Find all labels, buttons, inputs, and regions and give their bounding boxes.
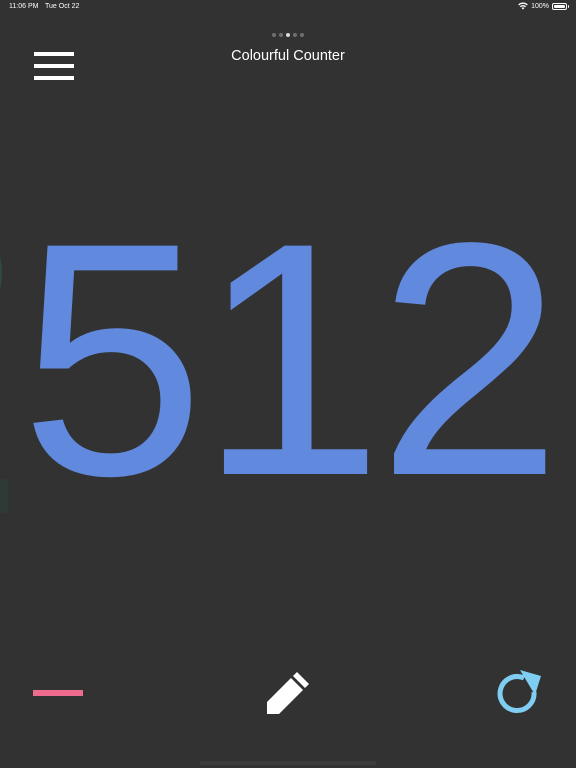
counter-screen: 11:06 PM Tue Oct 22 100% Colourful Count… <box>0 0 576 768</box>
menu-bar-bottom <box>34 76 74 80</box>
menu-bar-middle <box>34 64 74 68</box>
reset-button[interactable] <box>494 668 544 718</box>
status-date: Tue Oct 22 <box>45 3 80 10</box>
minus-icon <box>33 690 83 696</box>
battery-fill <box>554 4 565 8</box>
battery-icon <box>552 2 569 10</box>
page-dot <box>293 33 297 37</box>
page-dot <box>272 33 276 37</box>
app-title: Colourful Counter <box>231 48 345 64</box>
refresh-icon <box>497 670 541 713</box>
page-indicator[interactable] <box>0 33 576 37</box>
pencil-icon <box>267 672 309 714</box>
home-indicator[interactable] <box>200 761 376 765</box>
status-time: 11:06 PM <box>9 3 39 10</box>
counter-value[interactable]: 512 <box>0 160 576 560</box>
page-dot <box>286 33 290 37</box>
page-dot <box>300 33 304 37</box>
decrement-button[interactable] <box>32 676 84 710</box>
status-indicators: 100% <box>518 2 569 10</box>
status-bar: 11:06 PM Tue Oct 22 100% <box>0 0 576 14</box>
page-dot <box>279 33 283 37</box>
edit-button[interactable] <box>264 670 312 718</box>
battery-percentage: 100% <box>531 2 549 10</box>
wifi-icon <box>518 2 528 10</box>
